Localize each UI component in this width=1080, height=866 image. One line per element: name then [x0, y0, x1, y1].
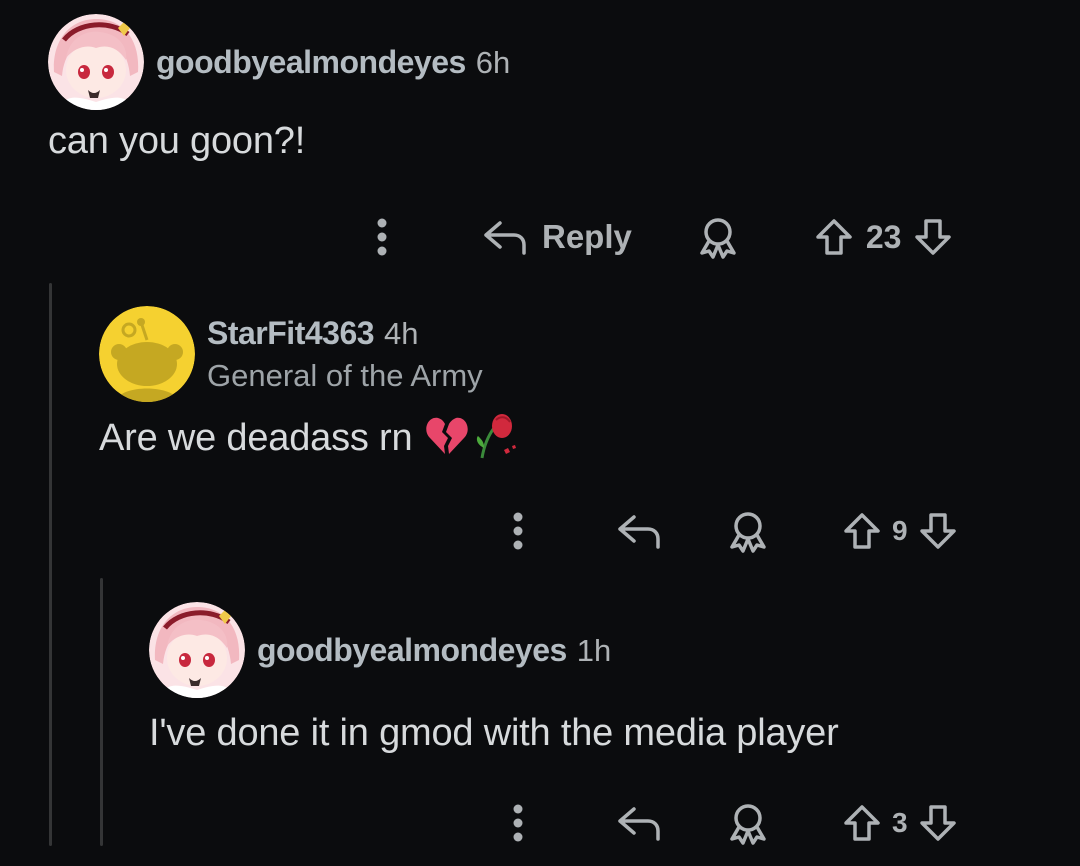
comment: StarFit4363 4h General of the Army Are w…	[99, 306, 520, 465]
comment: goodbyealmondeyes 1h I've done it in gmo…	[149, 602, 839, 755]
comment-thread: goodbyealmondeyes 6h can you goon?! Repl…	[0, 0, 1080, 866]
anime-avatar-icon[interactable]	[48, 14, 144, 110]
user-flair: General of the Army	[207, 357, 483, 393]
comment-actions: 3	[500, 798, 958, 848]
upvote-icon[interactable]	[814, 217, 854, 257]
award-button[interactable]	[726, 509, 770, 553]
comment-actions: Reply 23	[364, 212, 953, 262]
reply-icon	[484, 221, 526, 255]
comment-header: goodbyealmondeyes 1h	[149, 602, 839, 698]
reply-button[interactable]: Reply	[482, 217, 632, 257]
reply-button[interactable]	[616, 511, 662, 551]
reply-icon	[618, 807, 660, 841]
comment-meta: goodbyealmondeyes 6h	[156, 44, 510, 81]
comment-header: goodbyealmondeyes 6h	[48, 14, 510, 110]
award-button[interactable]	[726, 801, 770, 845]
comment-body: Are we deadass rn	[99, 417, 413, 459]
award-button[interactable]	[696, 215, 740, 259]
thread-line[interactable]	[49, 283, 52, 846]
vote-group: 9	[842, 511, 958, 551]
upvote-icon[interactable]	[842, 511, 882, 551]
downvote-icon[interactable]	[918, 803, 958, 843]
anime-avatar-icon[interactable]	[149, 602, 245, 698]
vote-count: 23	[865, 218, 902, 255]
vote-group: 23	[814, 217, 954, 257]
downvote-icon[interactable]	[918, 511, 958, 551]
broken-heart-icon	[424, 414, 470, 463]
username[interactable]: StarFit4363	[207, 315, 375, 352]
award-icon	[730, 512, 766, 553]
default-snoo-avatar-icon[interactable]	[99, 306, 195, 402]
downvote-icon[interactable]	[913, 217, 953, 257]
more-options-button[interactable]	[364, 212, 400, 262]
reply-icon	[618, 515, 660, 549]
username[interactable]: goodbyealmondeyes	[257, 632, 567, 669]
more-options-icon	[513, 804, 523, 842]
timestamp: 4h	[384, 315, 419, 351]
reply-label: Reply	[542, 218, 632, 255]
award-icon	[700, 218, 736, 259]
upvote-icon[interactable]	[842, 803, 882, 843]
more-options-icon	[513, 512, 523, 550]
vote-count: 3	[892, 807, 908, 838]
comment-body: I've done it in gmod with the media play…	[149, 712, 839, 754]
comment-meta: goodbyealmondeyes 1h	[257, 632, 611, 669]
timestamp: 6h	[475, 44, 511, 80]
comment-header: StarFit4363 4h General of the Army	[99, 306, 520, 402]
more-options-button[interactable]	[500, 506, 536, 556]
comment-body: can you goon?!	[48, 120, 306, 162]
comment-meta: StarFit4363 4h General of the Army	[207, 315, 483, 394]
award-icon	[730, 804, 766, 845]
timestamp: 1h	[576, 632, 612, 668]
comment-actions: 9	[500, 506, 958, 556]
reply-button[interactable]	[616, 803, 662, 843]
comment: goodbyealmondeyes 6h can you goon?!	[48, 14, 510, 163]
username[interactable]: goodbyealmondeyes	[156, 44, 466, 81]
thread-line[interactable]	[100, 578, 103, 846]
wilted-rose-icon	[472, 412, 520, 465]
vote-group: 3	[842, 803, 958, 843]
more-options-button[interactable]	[500, 798, 536, 848]
vote-count: 9	[892, 515, 908, 546]
more-options-icon	[377, 218, 387, 256]
